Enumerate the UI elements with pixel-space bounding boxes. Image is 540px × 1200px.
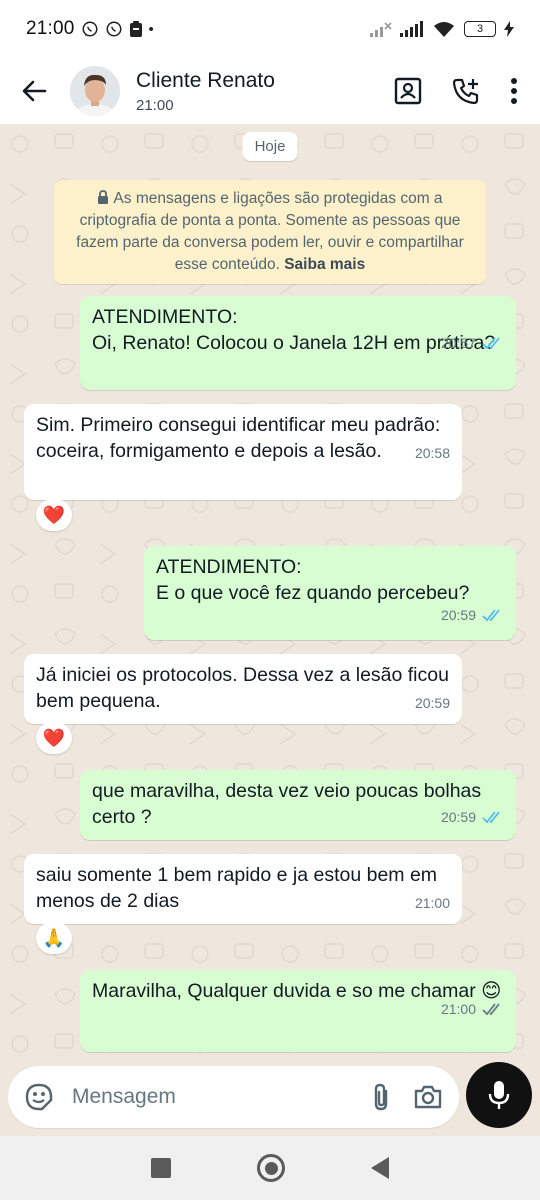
paperclip-icon [374,1083,388,1111]
charging-icon [504,21,514,37]
contact-status: 21:00 [136,96,174,114]
system-back-button[interactable] [371,1157,389,1179]
phone-add-icon [452,78,479,105]
battery-icon: 3 [464,21,496,37]
message-outgoing[interactable]: que maravilha, desta vez veio poucas bol… [80,770,516,840]
battery-level: 3 [476,23,484,35]
read-ticks-icon [482,337,500,350]
home-button[interactable] [257,1154,285,1182]
message-time: 21:00 [440,1001,476,1017]
add-call-button[interactable] [452,77,480,105]
whatsapp-notification-icon [82,21,98,37]
home-dot-icon [264,1161,278,1175]
composer: Mensagem [0,1058,540,1136]
signal-icon [400,21,423,37]
message-reaction[interactable]: ❤️ [36,722,72,754]
clipboard-notification-icon [129,21,142,37]
message-reaction[interactable]: 🙏 [36,922,72,954]
date-chip: Hoje [242,132,298,161]
recent-apps-button[interactable] [151,1158,171,1178]
encryption-notice-text: As mensagens e ligações são protegidas c… [76,190,464,273]
message-outgoing[interactable]: ATENDIMENTO: Oi, Renato! Colocou o Janel… [80,296,516,390]
contact-card-button[interactable] [394,77,422,105]
system-navigation-bar [0,1136,540,1200]
message-placeholder: Mensagem [72,1085,176,1108]
more-notifications-dot-icon: • [148,20,154,38]
emoji-button[interactable] [24,1082,54,1112]
chat-header: Cliente Renato 21:00 [0,58,540,124]
message-time: 20:59 [414,695,450,711]
read-ticks-icon [482,609,500,622]
message-text: ATENDIMENTO: E o que você fez quando per… [156,556,470,604]
back-button[interactable] [14,79,54,103]
message-time: 20:57 [440,335,476,351]
message-outgoing[interactable]: Maravilha, Qualquer duvida e so me chama… [80,970,516,1052]
contact-info[interactable]: Cliente Renato 21:00 [136,69,275,114]
message-incoming[interactable]: Já iniciei os protocolos. Dessa vez a le… [24,654,462,724]
delivered-ticks-icon [482,1003,500,1016]
message-outgoing[interactable]: ATENDIMENTO: E o que você fez quando per… [144,546,516,640]
mobile-data-off-icon [370,22,392,37]
message-incoming[interactable]: Sim. Primeiro consegui identificar meu p… [24,404,462,500]
message-time: 20:58 [414,445,450,461]
camera-button[interactable] [413,1084,443,1110]
contact-photo [70,66,120,116]
encryption-notice[interactable]: As mensagens e ligações são protegidas c… [54,180,486,284]
read-ticks-icon [482,811,500,824]
message-time: 20:59 [440,607,476,623]
message-input[interactable]: Mensagem [8,1066,459,1128]
microphone-icon [488,1081,510,1109]
more-vert-icon [511,78,517,104]
message-time: 20:59 [440,809,476,825]
more-options-button[interactable] [510,78,518,104]
camera-icon [414,1085,442,1109]
contact-name: Cliente Renato [136,68,275,92]
whatsapp-business-notification-icon [106,21,122,37]
message-time: 21:00 [414,895,450,911]
attach-button[interactable] [371,1082,391,1112]
chat-area[interactable]: Hoje As mensagens e ligações são protegi… [0,124,540,1058]
avatar[interactable] [70,66,120,116]
back-arrow-icon [22,80,47,102]
status-time: 21:00 [26,18,75,39]
sticker-emoji-icon [25,1083,53,1111]
voice-message-button[interactable] [466,1062,532,1128]
learn-more-link[interactable]: Saiba mais [284,256,365,273]
status-bar: 21:00 • 3 [0,0,540,58]
message-incoming[interactable]: saiu somente 1 bem rapido e ja estou bem… [24,854,462,924]
contact-card-icon [394,77,422,105]
message-reaction[interactable]: ❤️ [36,499,72,531]
wifi-icon [434,22,454,37]
lock-icon [98,190,109,204]
